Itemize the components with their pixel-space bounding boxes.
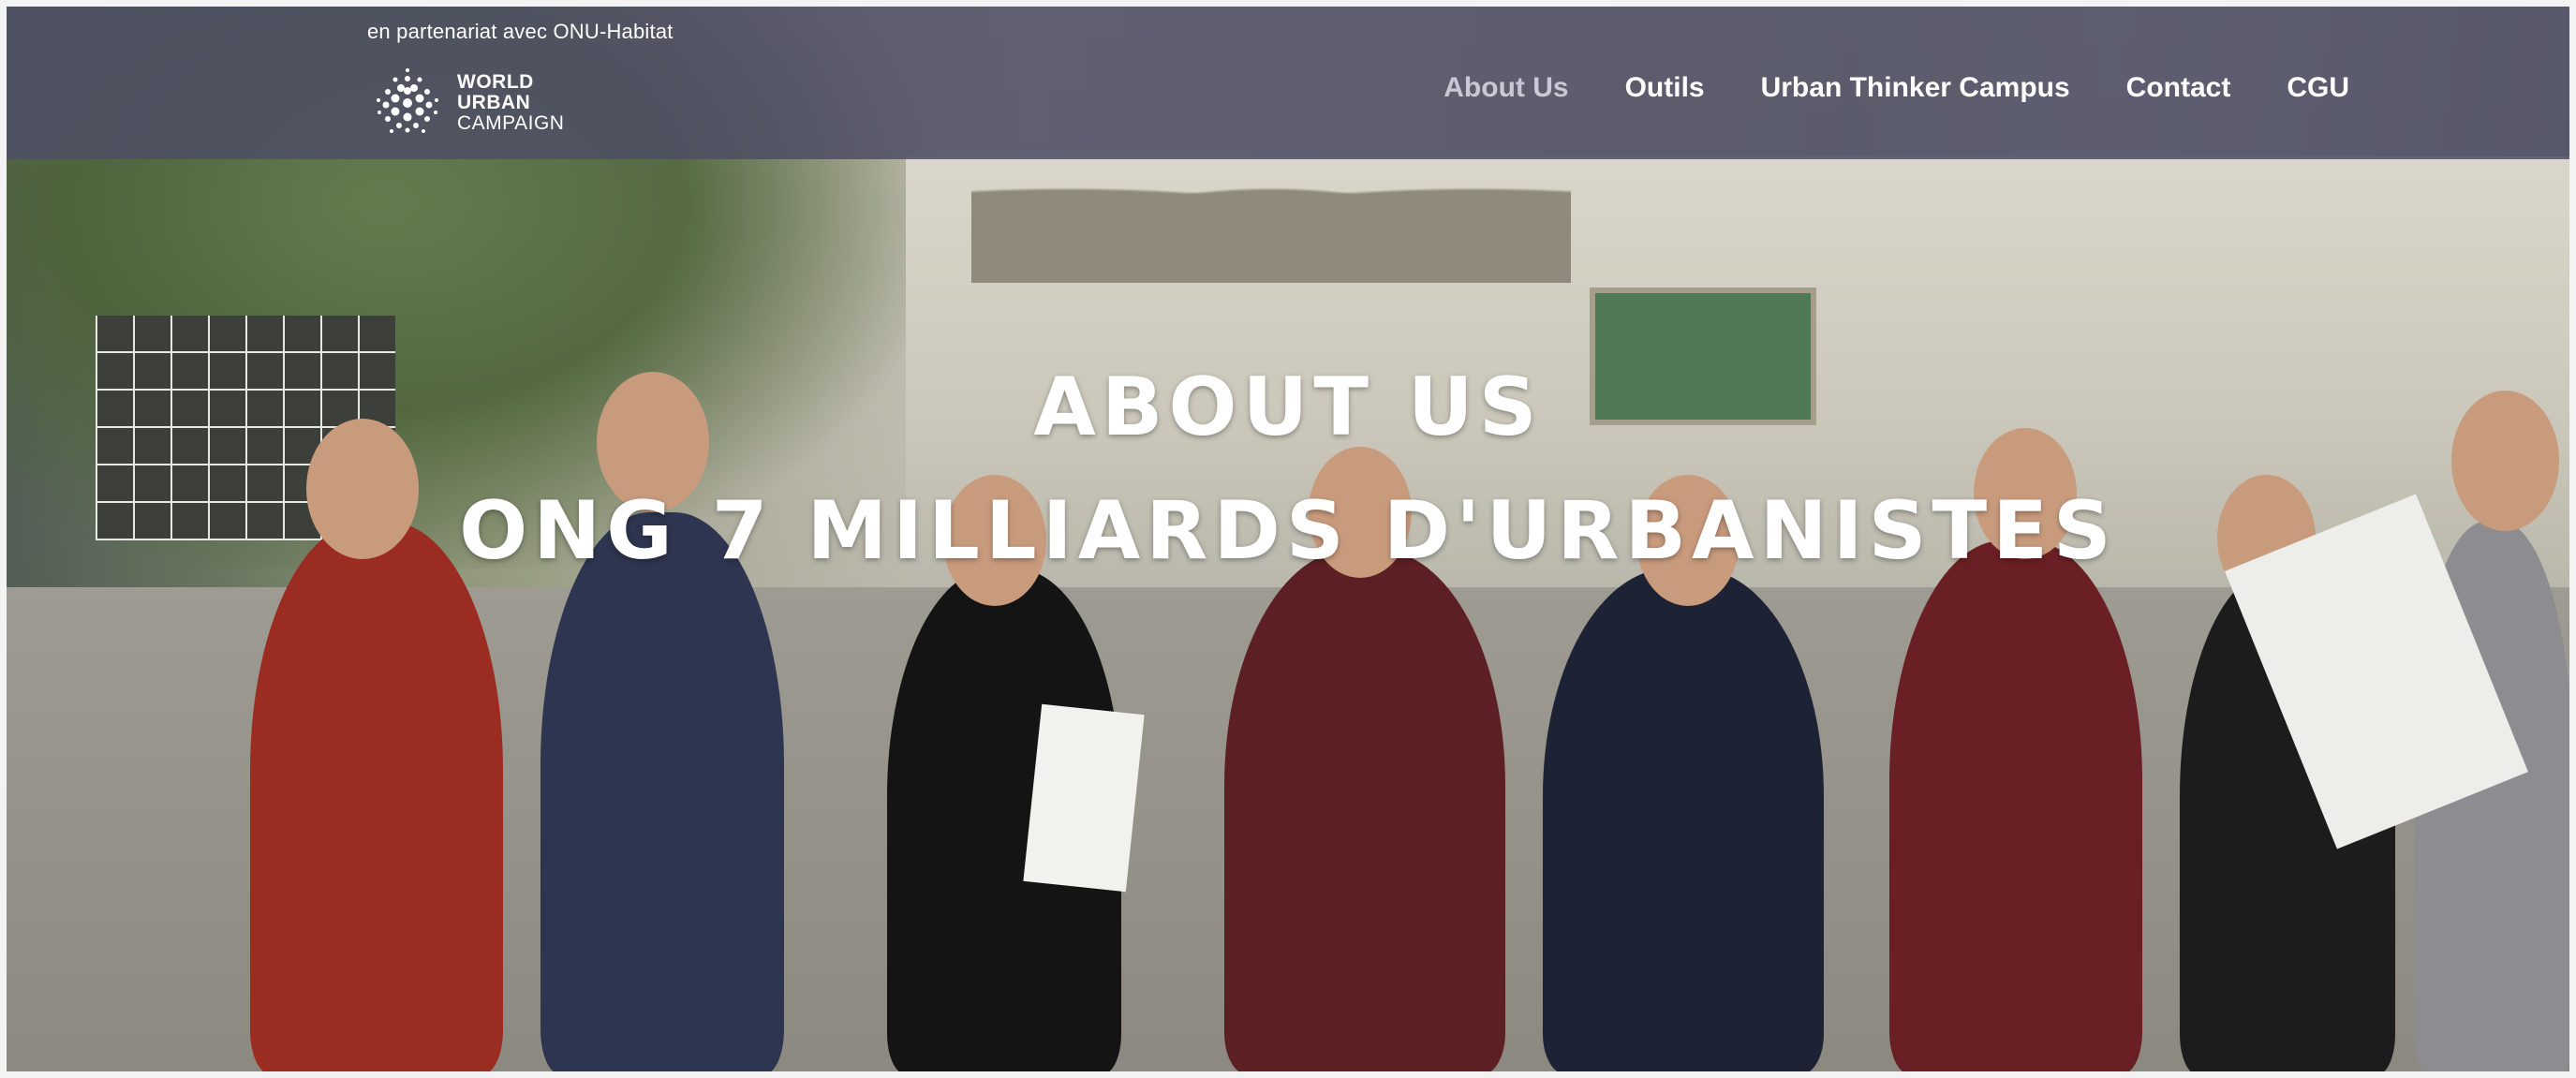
person-navy-tshirt — [540, 512, 784, 1071]
site-logo[interactable]: WORLD URBAN CAMPAIGN — [367, 52, 564, 155]
person-maroon-vest — [1889, 540, 2142, 1071]
logo-line-2: URBAN — [457, 92, 531, 113]
logo-line-1: WORLD — [457, 71, 534, 93]
logo-wordmark: WORLD URBAN CAMPAIGN — [457, 72, 564, 134]
nav-item-contact[interactable]: Contact — [2126, 72, 2231, 104]
hero-title-block: ABOUT US ONG 7 MILLIARDS D'URBANISTES — [7, 361, 2569, 578]
page-subtitle: ONG 7 MILLIARDS D'URBANISTES — [459, 484, 2117, 578]
nav-item-outils[interactable]: Outils — [1625, 72, 1705, 104]
partner-text: en partenariat avec ONU-Habitat — [367, 20, 674, 43]
page-title: ABOUT US — [1033, 361, 1543, 454]
nav-item-urban-thinker-campus[interactable]: Urban Thinker Campus — [1761, 72, 2070, 104]
nav-item-cgu[interactable]: CGU — [2287, 72, 2349, 104]
logo-line-3: CAMPAIGN — [457, 112, 565, 134]
page-frame: en partenariat avec ONU-Habitat WORLD UR… — [0, 0, 2576, 1078]
nav-item-about-us[interactable]: About Us — [1443, 72, 1568, 104]
dotted-globe-icon — [367, 63, 448, 143]
person-red-jacket — [250, 522, 503, 1071]
magazine — [1023, 703, 1145, 893]
person-scarf — [1224, 550, 1505, 1071]
top-navbar: en partenariat avec ONU-Habitat WORLD UR… — [7, 7, 2569, 159]
building-arches — [971, 170, 1571, 283]
main-nav: About Us Outils Urban Thinker Campus Con… — [1443, 72, 2349, 104]
person-vest — [1543, 569, 1824, 1071]
